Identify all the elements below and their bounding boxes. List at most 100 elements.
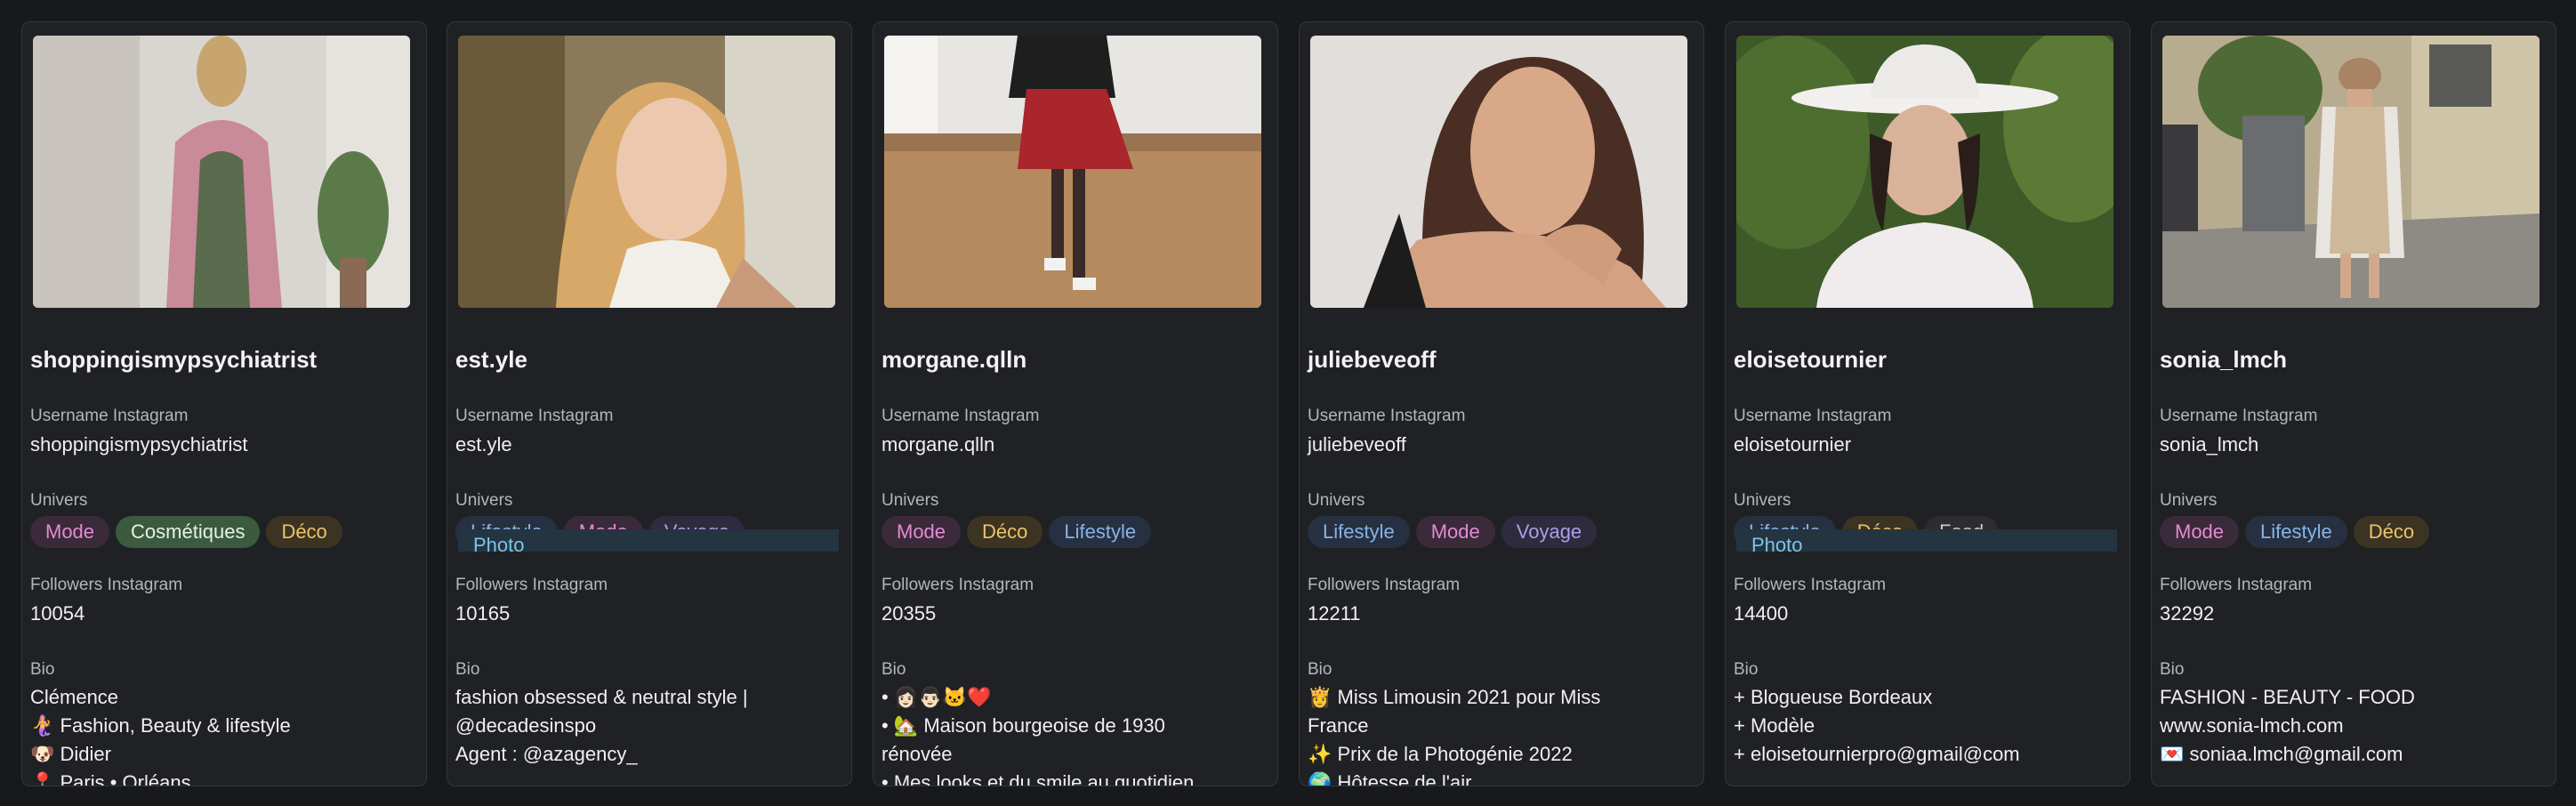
univers-tags: Mode Cosmétiques Déco [22,516,414,552]
tag-lifestyle: Lifestyle [1308,516,1410,548]
username-value: eloisetournier [1734,433,1852,455]
bio-text: + Blogueuse Bordeaux + Modèle + eloiseto… [1734,683,2125,769]
bio-line: 👸 Miss Limousin 2021 pour Miss [1308,686,1601,708]
bio-line: fashion obsessed & neutral style | [455,686,748,708]
influencer-card[interactable]: juliebeveoff Username Instagram juliebev… [1299,21,1704,786]
univers-label: Univers [2160,491,2218,510]
card-title: morgane.qlln [881,346,1027,373]
bio-line: + Modèle [1734,714,1815,737]
followers-value: 10054 [30,602,85,625]
username-value: est.yle [455,433,512,455]
influencer-card[interactable]: morgane.qlln Username Instagram morgane.… [873,21,1278,786]
username-label: Username Instagram [455,407,614,425]
username-label: Username Instagram [1734,407,1892,425]
tag-mode: Mode [1415,516,1495,548]
bio-line: FASHION - BEAUTY - FOOD [2160,686,2415,708]
bio-label: Bio [455,660,480,679]
username-label: Username Instagram [881,407,1040,425]
profile-photo[interactable] [1736,36,2113,308]
username-value: morgane.qlln [881,433,995,455]
bio-label: Bio [30,660,55,679]
tag-cosmetiques: Cosmétiques [116,516,261,548]
bio-text: FASHION - BEAUTY - FOOD www.sonia-lmch.c… [2160,683,2551,769]
influencer-card[interactable]: est.yle Username Instagram est.yle Unive… [447,21,852,786]
profile-photo[interactable] [458,36,835,308]
followers-value: 12211 [1308,602,1361,625]
tag-deco: Déco [266,516,342,548]
card-title: eloisetournier [1734,346,1887,373]
influencer-card[interactable]: shoppingismypsychiatrist Username Instag… [21,21,427,786]
bio-text: 👸 Miss Limousin 2021 pour Miss France ✨ … [1308,683,1699,786]
influencer-card[interactable]: sonia_lmch Username Instagram sonia_lmch… [2151,21,2556,786]
followers-label: Followers Instagram [30,576,183,594]
bio-line: 💌 soniaa.lmch@gmail.com [2160,743,2403,765]
bio-label: Bio [1308,660,1332,679]
univers-tags: Mode Lifestyle Déco [2152,516,2543,552]
univers-label: Univers [455,491,513,510]
bio-line: 🐶 Didier [30,743,111,765]
tag-mode: Mode [30,516,110,548]
tag-deco: Déco [2353,516,2430,548]
bio-label: Bio [1734,660,1759,679]
tag-voyage: Voyage [1501,516,1598,548]
tag-deco: Déco [967,516,1043,548]
bio-text: fashion obsessed & neutral style | @deca… [455,683,847,769]
card-title: shoppingismypsychiatrist [30,346,318,373]
profile-photo[interactable] [33,36,410,308]
username-value: juliebeveoff [1308,433,1406,455]
bio-line: • 👩🏻👨🏻🐱❤️ [881,686,992,708]
followers-label: Followers Instagram [1734,576,1887,594]
bio-line: ✨ Prix de la Photogénie 2022 [1308,743,1573,765]
username-label: Username Instagram [30,407,189,425]
bio-text: Clémence 🧜‍♀️ Fashion, Beauty & lifestyl… [30,683,422,786]
followers-label: Followers Instagram [881,576,1034,594]
univers-label: Univers [1308,491,1365,510]
tag-mode: Mode [2160,516,2240,548]
bio-line: France [1308,714,1369,737]
card-title: est.yle [455,346,527,373]
card-title: sonia_lmch [2160,346,2288,373]
followers-value: 20355 [881,602,937,625]
followers-label: Followers Instagram [2160,576,2313,594]
followers-label: Followers Instagram [455,576,608,594]
tag-lifestyle: Lifestyle [1049,516,1152,548]
bio-line: 🌍 Hôtesse de l'air [1308,771,1472,786]
univers-label: Univers [30,491,88,510]
followers-value: 14400 [1734,602,1789,625]
bio-line: www.sonia-lmch.com [2160,714,2344,737]
followers-value: 32292 [2160,602,2215,625]
bio-line: rénovée [881,743,953,765]
tag-lifestyle: Lifestyle [2245,516,2347,548]
username-value: shoppingismypsychiatrist [30,433,248,455]
followers-label: Followers Instagram [1308,576,1461,594]
bio-label: Bio [2160,660,2185,679]
bio-line: 📍 Paris • Orléans... [30,771,207,786]
bio-label: Bio [881,660,906,679]
bio-line: 🧜‍♀️ Fashion, Beauty & lifestyle [30,714,291,737]
bio-line: + eloisetournierpro@gmail@com [1734,743,2020,765]
univers-tags: Lifestyle Mode Voyage [1300,516,1691,552]
bio-line: + Blogueuse Bordeaux [1734,686,1933,708]
bio-line: • Mes looks et du smile au quotidien ... [881,771,1216,786]
bio-line: @decadesinspo [455,714,597,737]
card-title: juliebeveoff [1308,346,1437,373]
profile-photo[interactable] [1310,36,1687,308]
univers-label: Univers [1734,491,1791,510]
influencer-card[interactable]: eloisetournier Username Instagram eloise… [1725,21,2130,786]
univers-tags: Mode Déco Lifestyle [873,516,1265,552]
bio-text: • 👩🏻👨🏻🐱❤️ • 🏡 Maison bourgeoise de 1930 … [881,683,1273,786]
bio-line: Clémence [30,686,119,708]
followers-value: 10165 [455,602,511,625]
username-label: Username Instagram [1308,407,1466,425]
univers-label: Univers [881,491,939,510]
profile-photo[interactable] [884,36,1261,308]
bio-line: • 🏡 Maison bourgeoise de 1930 [881,714,1165,737]
influencer-gallery: shoppingismypsychiatrist Username Instag… [0,0,2576,806]
username-label: Username Instagram [2160,407,2318,425]
bio-line: Agent : @azagency_ [455,743,638,765]
univers-tags: LifestylePhotoModeVoyage [447,516,839,552]
tag-photo: Photo [458,529,839,552]
tag-photo: Photo [1736,529,2117,552]
profile-photo[interactable] [2162,36,2540,308]
tag-mode: Mode [881,516,962,548]
